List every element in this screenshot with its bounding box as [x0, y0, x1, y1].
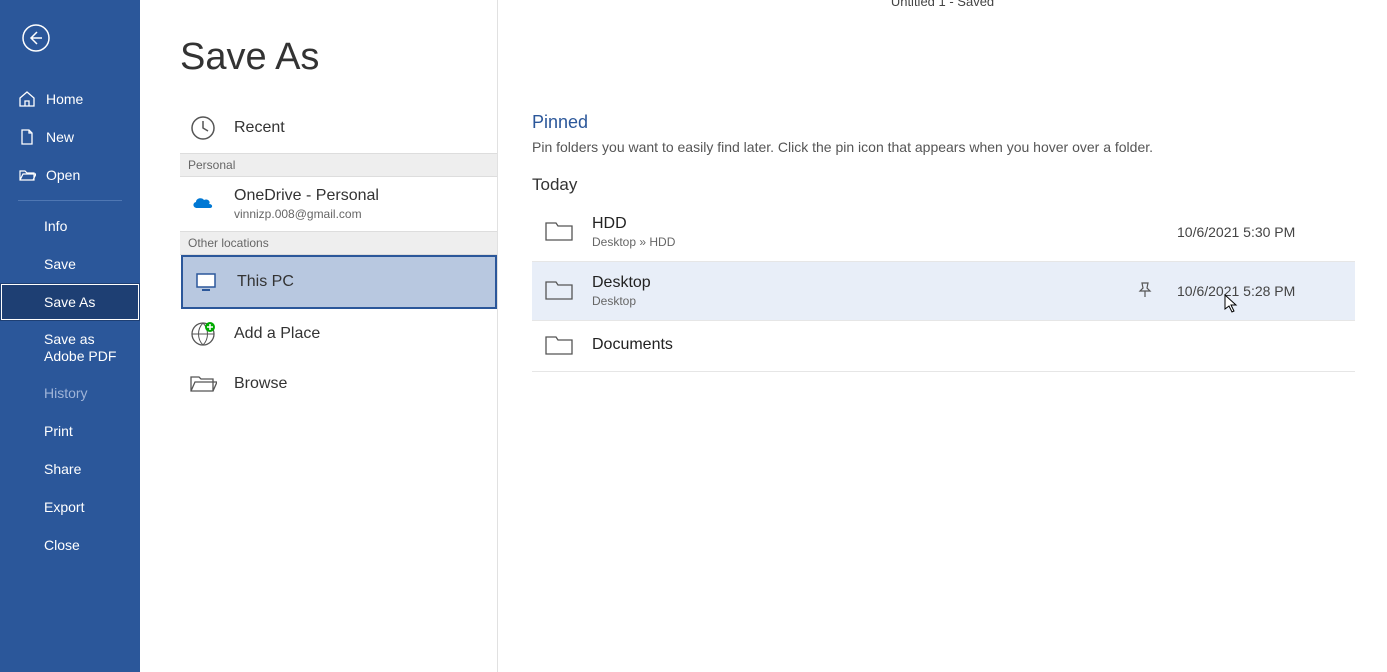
new-icon [18, 128, 36, 146]
folder-path: Desktop » HDD [592, 235, 1137, 249]
location-recent[interactable]: Recent [180, 103, 497, 153]
folder-panel: Untitled 1 - Saved Pinned Pin folders yo… [498, 0, 1387, 672]
sidebar-item-print[interactable]: Print [0, 413, 140, 451]
folder-row-documents[interactable]: Documents [532, 321, 1355, 372]
folder-name: HDD [592, 215, 1137, 233]
add-place-icon [188, 319, 218, 349]
sidebar-label: Save [44, 256, 76, 273]
sidebar-label: Info [44, 218, 67, 235]
locations-panel: Save As Recent Personal OneDrive - Perso… [140, 0, 498, 672]
onedrive-label: OneDrive - Personal [234, 187, 379, 205]
window-title: Untitled 1 - Saved [498, 0, 1387, 9]
sidebar-label: History [44, 385, 88, 402]
location-add-place[interactable]: Add a Place [180, 309, 497, 359]
clock-icon [188, 113, 218, 143]
sidebar-label: Print [44, 423, 73, 440]
sidebar-label: Save As [44, 294, 95, 311]
sidebar-item-home[interactable]: Home [0, 80, 140, 118]
location-browse[interactable]: Browse [180, 359, 497, 409]
sidebar-item-share[interactable]: Share [0, 451, 140, 489]
sidebar-item-save-as[interactable]: Save As [0, 283, 140, 321]
sidebar-label: Home [46, 91, 83, 108]
page-title: Save As [180, 36, 497, 79]
folder-date: 10/6/2021 5:30 PM [1177, 224, 1337, 240]
folder-name: Documents [592, 336, 1137, 354]
folder-open-icon [188, 369, 218, 399]
home-icon [18, 90, 36, 108]
sidebar-label: Export [44, 499, 84, 516]
sidebar-label: New [46, 129, 74, 146]
computer-icon [191, 267, 221, 297]
folder-name: Desktop [592, 274, 1137, 292]
sidebar-item-save[interactable]: Save [0, 245, 140, 283]
location-label: Browse [234, 375, 287, 393]
sidebar-label: Save as Adobe PDF [44, 331, 122, 365]
onedrive-email: vinnizp.008@gmail.com [234, 207, 379, 221]
location-label: Recent [234, 119, 285, 137]
today-heading: Today [532, 175, 1355, 195]
sidebar-item-close[interactable]: Close [0, 527, 140, 565]
pinned-heading: Pinned [532, 112, 1355, 133]
onedrive-icon [188, 189, 218, 219]
pin-icon[interactable] [1137, 282, 1155, 300]
folder-icon [544, 219, 574, 245]
folder-icon [544, 333, 574, 359]
backstage-sidebar: Home New Open Info Save Save As Save as … [0, 0, 140, 672]
sidebar-item-new[interactable]: New [0, 118, 140, 156]
location-label: Add a Place [234, 325, 320, 343]
section-personal: Personal [180, 153, 497, 177]
back-arrow-icon [21, 23, 51, 53]
sidebar-item-history: History [0, 375, 140, 413]
open-icon [18, 166, 36, 184]
folder-row-hdd[interactable]: HDD Desktop » HDD 10/6/2021 5:30 PM [532, 203, 1355, 262]
sidebar-item-export[interactable]: Export [0, 489, 140, 527]
sidebar-item-open[interactable]: Open [0, 156, 140, 194]
back-button[interactable] [16, 18, 56, 58]
folder-icon [544, 278, 574, 304]
sidebar-item-info[interactable]: Info [0, 207, 140, 245]
location-label: This PC [237, 273, 294, 291]
folder-path: Desktop [592, 294, 1137, 308]
location-onedrive[interactable]: OneDrive - Personal vinnizp.008@gmail.co… [180, 177, 497, 231]
location-this-pc[interactable]: This PC [181, 255, 497, 309]
sidebar-divider [18, 200, 122, 201]
sidebar-label: Share [44, 461, 81, 478]
sidebar-item-save-as-adobe-pdf[interactable]: Save as Adobe PDF [0, 321, 140, 375]
folder-date: 10/6/2021 5:28 PM [1177, 283, 1337, 299]
pinned-hint: Pin folders you want to easily find late… [532, 139, 1355, 155]
folder-row-desktop[interactable]: Desktop Desktop 10/6/2021 5:28 PM [532, 262, 1355, 321]
sidebar-label: Close [44, 537, 80, 554]
section-other-locations: Other locations [180, 231, 497, 255]
sidebar-label: Open [46, 167, 80, 184]
